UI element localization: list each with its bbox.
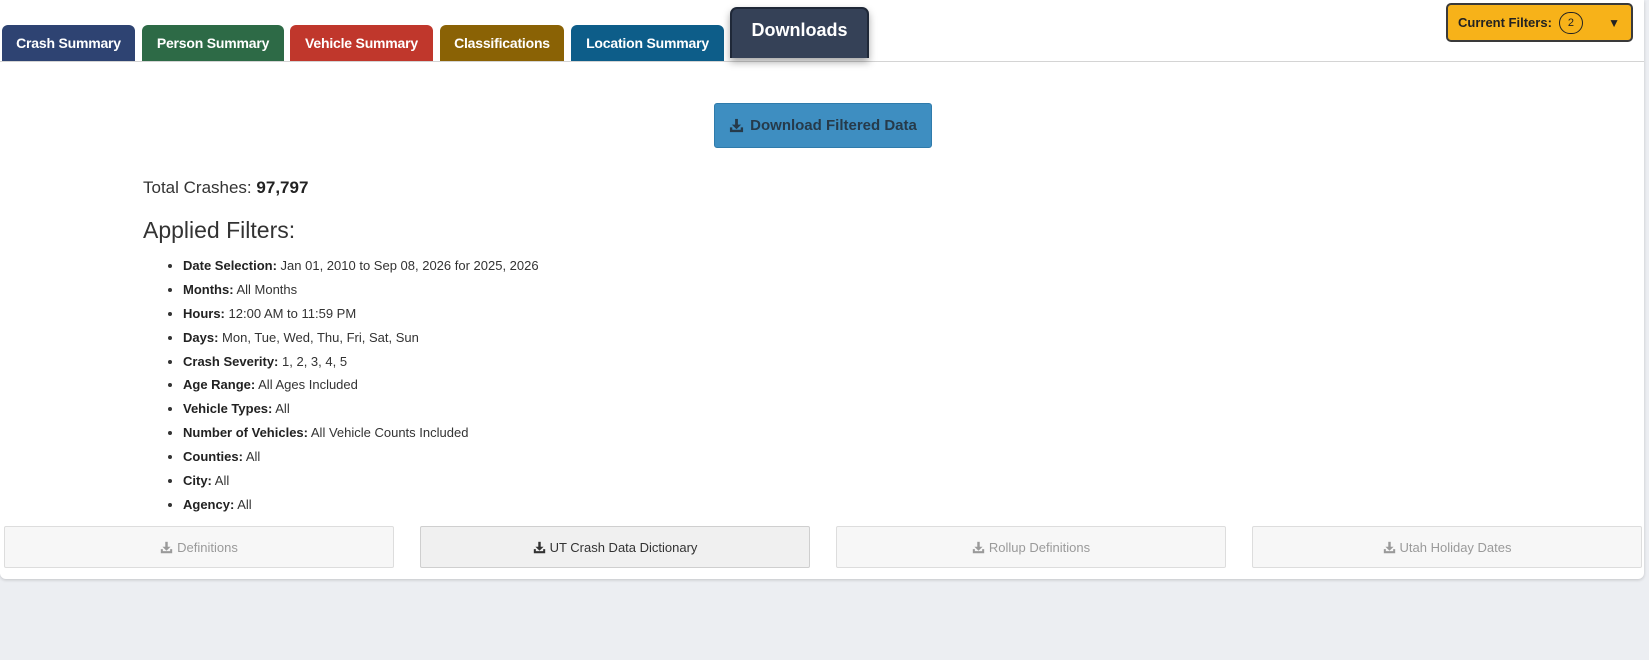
tab-crash-summary[interactable]: Crash Summary <box>2 25 135 61</box>
download-icon <box>160 541 173 553</box>
filter-key: Age Range: <box>183 377 256 393</box>
filter-value: Jan 01, 2010 to Sep 08, 2026 for 2025, 2… <box>280 258 539 273</box>
tab-classifications[interactable]: Classifications <box>440 25 564 61</box>
download-icon <box>972 541 985 553</box>
filter-days: Days: Mon, Tue, Wed, Thu, Fri, Sat, Sun <box>183 326 539 350</box>
filter-key: Days: <box>183 329 219 345</box>
filter-key: Vehicle Types: <box>183 401 273 417</box>
filter-value: All <box>214 473 230 489</box>
filter-value: Mon, Tue, Wed, Thu, Fri, Sat, Sun <box>222 329 419 345</box>
download-filtered-data-button[interactable]: Download Filtered Data <box>714 103 932 148</box>
tab-downloads[interactable]: Downloads <box>730 7 869 58</box>
definitions-label: Definitions <box>177 539 238 555</box>
download-filtered-label: Download Filtered Data <box>750 117 917 134</box>
filter-crash-severity: Crash Severity: 1, 2, 3, 4, 5 <box>183 350 539 374</box>
filter-date-selection: Date Selection: Jan 01, 2010 to Sep 08, … <box>183 254 539 278</box>
download-icon <box>533 541 545 553</box>
filter-value: All <box>245 449 261 465</box>
filter-count-badge: 2 <box>1558 11 1583 34</box>
filter-value: All <box>275 401 290 417</box>
filter-number-of-vehicles: Number of Vehicles: All Vehicle Counts I… <box>183 421 539 445</box>
filter-key: Counties: <box>183 449 243 465</box>
applied-filters-heading: Applied Filters: <box>143 217 296 243</box>
download-icon <box>1383 541 1395 553</box>
filter-value: 12:00 AM to 11:59 PM <box>228 305 357 321</box>
ut-crash-data-dictionary-label: UT Crash Data Dictionary <box>549 539 698 555</box>
total-crashes-label: Total Crashes: <box>143 178 252 197</box>
applied-filters-list: Date Selection: Jan 01, 2010 to Sep 08, … <box>163 254 539 517</box>
rollup-definitions-label: Rollup Definitions <box>988 539 1091 555</box>
filter-value: 1, 2, 3, 4, 5 <box>282 353 348 369</box>
filter-city: City: All <box>183 469 539 493</box>
filter-months: Months: All Months <box>183 278 539 302</box>
filter-key: Months: <box>183 281 234 297</box>
caret-down-icon: ▼ <box>1608 16 1620 30</box>
downloads-panel: Crash Summary Person Summary Vehicle Sum… <box>0 0 1644 579</box>
filter-counties: Counties: All <box>183 445 539 469</box>
tab-vehicle-summary[interactable]: Vehicle Summary <box>290 25 433 61</box>
ut-crash-data-dictionary-button[interactable]: UT Crash Data Dictionary <box>420 526 810 568</box>
total-crashes: Total Crashes: 97,797 <box>143 178 308 198</box>
filter-value: All Vehicle Counts Included <box>310 425 469 441</box>
filter-key: City: <box>183 473 212 489</box>
filter-hours: Hours: 12:00 AM to 11:59 PM <box>183 302 539 326</box>
utah-holiday-dates-button[interactable]: Utah Holiday Dates <box>1252 526 1642 568</box>
filter-key: Number of Vehicles: <box>183 425 308 441</box>
filter-key: Agency: <box>183 496 235 512</box>
filter-key: Crash Severity: <box>183 353 279 369</box>
tab-bar: Crash Summary Person Summary Vehicle Sum… <box>0 0 1644 62</box>
rollup-definitions-button[interactable]: Rollup Definitions <box>836 526 1226 568</box>
filter-value: All <box>237 496 252 512</box>
filter-value: All Months <box>236 281 298 297</box>
current-filters-label: Current Filters: <box>1458 15 1552 30</box>
download-icon <box>730 118 744 133</box>
definitions-download-button[interactable]: Definitions <box>4 526 394 568</box>
total-crashes-value: 97,797 <box>256 178 309 197</box>
filter-agency: Agency: All <box>183 493 539 517</box>
tab-location-summary[interactable]: Location Summary <box>571 25 724 61</box>
filter-age-range: Age Range: All Ages Included <box>183 373 539 397</box>
filter-key: Date Selection: <box>183 258 277 273</box>
current-filters-button[interactable]: Current Filters: 2 ▼ <box>1446 3 1633 42</box>
tab-person-summary[interactable]: Person Summary <box>142 25 284 61</box>
filter-value: All Ages Included <box>258 377 358 393</box>
filter-vehicle-types: Vehicle Types: All <box>183 397 539 421</box>
utah-holiday-dates-label: Utah Holiday Dates <box>1399 539 1512 555</box>
filter-key: Hours: <box>183 305 225 321</box>
